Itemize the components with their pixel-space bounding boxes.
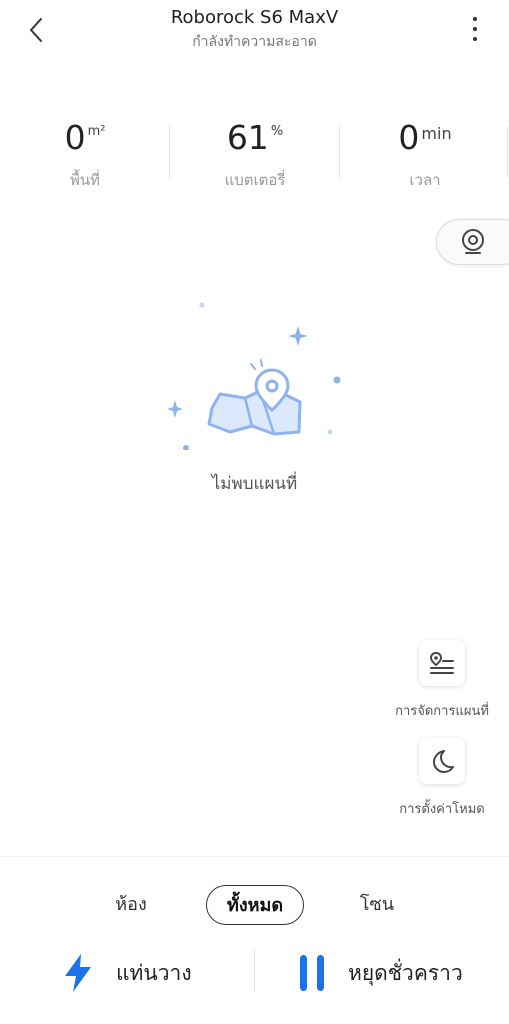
no-map-illustration: [167, 302, 341, 450]
stat-battery-value: 61: [226, 118, 269, 157]
more-dot-icon: [473, 37, 477, 41]
map-edit-icon: [429, 651, 454, 674]
action-bar: แท่นวาง หยุดชั่วคราว: [0, 943, 509, 1003]
dot-icon: [199, 302, 205, 308]
mode-settings-button[interactable]: [419, 738, 465, 784]
header: Roborock S6 MaxV กำลังทำความสะอาด: [0, 0, 509, 60]
stat-area-unit: m²: [87, 124, 106, 139]
stat-divider: [507, 126, 508, 178]
pause-button[interactable]: หยุดชั่วคราว: [298, 943, 463, 1003]
cleaning-stats: 0 m² พื้นที่ 61% แบตเตอรี่ 0 min เวลา: [0, 110, 509, 200]
dock-button[interactable]: แท่นวาง: [62, 943, 192, 1003]
title-block: Roborock S6 MaxV กำลังทำความสะอาด: [80, 6, 429, 52]
stat-battery-label: แบตเตอรี่: [224, 171, 286, 189]
stat-time-unit: min: [421, 124, 452, 143]
sparkle-icon: [167, 400, 183, 418]
map-management[interactable]: การจัดการแผนที่: [382, 640, 502, 721]
stat-time: 0 min เวลา: [340, 110, 509, 200]
back-button[interactable]: [22, 12, 50, 48]
more-dot-icon: [473, 17, 477, 21]
lightning-icon: [65, 954, 91, 992]
pause-icon: [300, 955, 324, 991]
chevron-left-icon: [30, 18, 42, 42]
stat-area-label: พื้นที่: [69, 171, 101, 189]
dock-label: แท่นวาง: [116, 960, 192, 985]
camera-icon: [462, 229, 484, 254]
stat-area-value: 0: [64, 118, 86, 157]
map-management-button[interactable]: [419, 640, 465, 686]
action-divider: [254, 949, 255, 993]
tab-all[interactable]: ทั้งหมด: [206, 885, 304, 925]
tab-zone[interactable]: โซน: [346, 885, 408, 925]
stat-area: 0 m² พื้นที่: [0, 110, 170, 200]
stat-time-label: เวลา: [409, 171, 441, 189]
bottom-panel: ห้อง ทั้งหมด โซน แท่นวาง หยุดชั่วคราว: [0, 856, 509, 1024]
stat-battery-unit: %: [270, 124, 284, 139]
folded-map-icon: [207, 389, 302, 436]
mode-settings-label: การตั้งค่าโหมด: [399, 802, 485, 817]
sparkle-icon: [288, 326, 308, 346]
dot-icon: [333, 376, 341, 384]
dot-icon: [183, 445, 189, 450]
pause-label: หยุดชั่วคราว: [348, 960, 463, 985]
more-options-button[interactable]: [465, 14, 485, 44]
more-dot-icon: [473, 27, 477, 31]
device-title: Roborock S6 MaxV: [170, 7, 339, 28]
map-management-label: การจัดการแผนที่: [395, 704, 489, 719]
stat-battery: 61% แบตเตอรี่: [170, 110, 340, 200]
stat-time-value: 0: [398, 118, 420, 157]
no-map-message: ไม่พบแผนที่: [211, 474, 298, 494]
mode-settings[interactable]: การตั้งค่าโหมด: [382, 738, 502, 819]
device-status: กำลังทำความสะอาด: [192, 34, 317, 50]
dot-icon: [327, 429, 333, 435]
tab-room[interactable]: ห้อง: [100, 885, 162, 925]
camera-button[interactable]: [436, 219, 509, 265]
moon-icon: [433, 750, 454, 773]
cleaning-mode-tabs: ห้อง ทั้งหมด โซน: [0, 885, 509, 925]
